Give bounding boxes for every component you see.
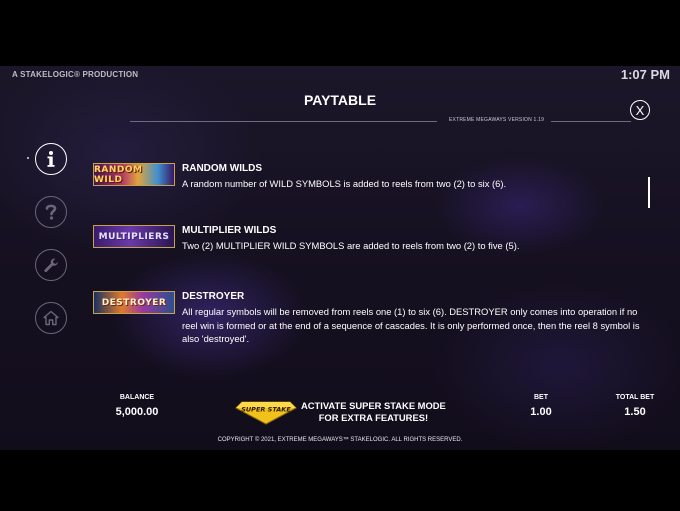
nav-settings-button[interactable]	[35, 249, 67, 281]
multipliers-thumbnail: MULTIPLIERS	[93, 225, 175, 248]
home-icon	[43, 310, 59, 326]
indicator-dot	[27, 157, 29, 159]
title-divider-right	[551, 121, 631, 122]
super-stake-line1: ACTIVATE SUPER STAKE MODE	[301, 400, 446, 411]
super-stake-logo[interactable]: SUPER STAKE	[234, 399, 298, 425]
close-icon: X	[635, 102, 645, 118]
super-stake-button[interactable]: ACTIVATE SUPER STAKE MODE FOR EXTRA FEAT…	[301, 400, 446, 424]
bet-label: BET	[534, 394, 548, 401]
feature-title: DESTROYER	[182, 291, 245, 302]
producer-label: A STAKELOGIC® PRODUCTION	[12, 70, 139, 79]
feature-description: All regular symbols will be removed from…	[182, 306, 640, 344]
bet-value[interactable]: 1.00	[501, 406, 581, 418]
bottom-bar	[0, 450, 680, 511]
clock: 1:07 PM	[620, 67, 670, 82]
balance-label: BALANCE	[119, 394, 155, 401]
page-title: PAYTABLE	[303, 92, 377, 108]
scrollbar-thumb[interactable]	[648, 177, 650, 208]
nav-help-button[interactable]	[35, 196, 67, 228]
wrench-icon	[44, 258, 58, 273]
svg-text:SUPER STAKE: SUPER STAKE	[241, 406, 291, 414]
title-divider-left	[130, 121, 437, 122]
random-wild-thumbnail: RANDOM WILD	[93, 163, 175, 186]
total-bet-label: TOTAL BET	[615, 394, 655, 401]
close-button[interactable]: X	[630, 100, 650, 120]
feature-title: MULTIPLIER WILDS	[182, 225, 277, 236]
help-icon	[45, 204, 57, 220]
top-bar	[0, 0, 680, 66]
paytable-panel: A STAKELOGIC® PRODUCTION 1:07 PM PAYTABL…	[0, 66, 680, 450]
total-bet-value: 1.50	[624, 406, 646, 418]
feature-description: A random number of WILD SYMBOLS is added…	[182, 178, 507, 189]
super-stake-line2: FOR EXTRA FEATURES!	[318, 412, 429, 423]
version-label: EXTREME MEGAWAYS VERSION 1.19	[449, 117, 545, 123]
feature-description: Two (2) MULTIPLIER WILD SYMBOLS are adde…	[182, 240, 520, 251]
nav-home-button[interactable]	[35, 302, 67, 334]
info-icon	[47, 151, 55, 167]
destroyer-thumbnail: DESTROYER	[93, 291, 175, 314]
balance-value: 5,000.00	[115, 406, 159, 418]
nav-info-button[interactable]	[35, 143, 67, 175]
copyright: COPYRIGHT © 2021, EXTREME MEGAWAYS™ STAK…	[217, 437, 463, 443]
feature-title: RANDOM WILDS	[182, 163, 262, 174]
